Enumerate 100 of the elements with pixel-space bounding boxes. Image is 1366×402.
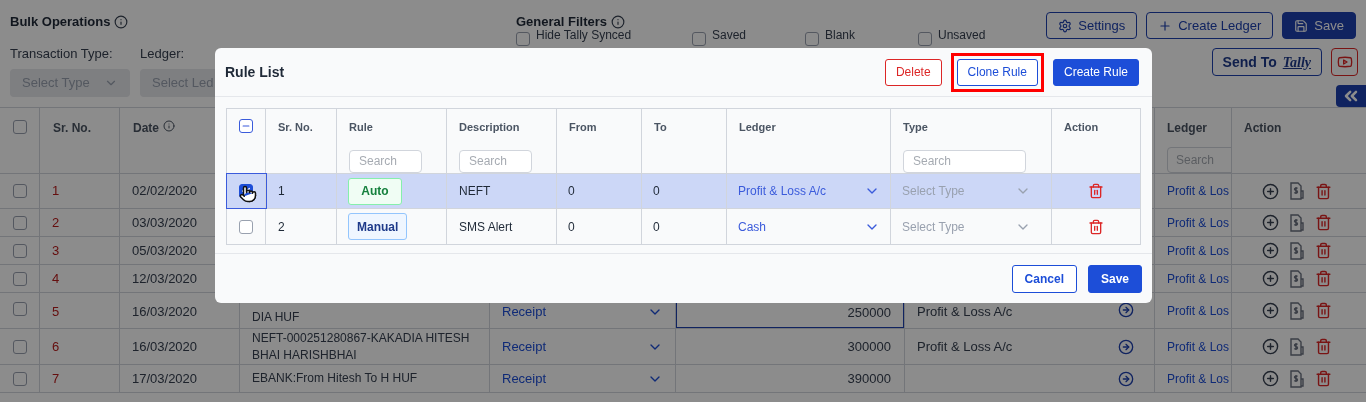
- rule-description: SMS Alert: [459, 218, 513, 236]
- dollar-document-icon[interactable]: [1289, 241, 1305, 260]
- row-checkbox[interactable]: [12, 184, 27, 198]
- toolbar-button[interactable]: Settings: [1046, 12, 1138, 39]
- ledger-link[interactable]: Profit & Los: [1167, 369, 1230, 388]
- rule-description: NEFT: [459, 183, 491, 200]
- ledger-select[interactable]: Cash: [727, 209, 891, 244]
- column-header: Action: [1064, 120, 1100, 135]
- amount-field[interactable]: 390000: [676, 365, 904, 392]
- row-checkbox[interactable]: [12, 271, 27, 286]
- dollar-document-icon[interactable]: [1289, 337, 1305, 356]
- delete-icon[interactable]: [1088, 218, 1104, 235]
- row-checkbox[interactable]: [12, 243, 27, 258]
- row-checkbox[interactable]: [12, 215, 27, 230]
- add-circle-icon[interactable]: [1262, 182, 1279, 200]
- serial-number: 7: [52, 369, 60, 388]
- rule-kind-badge: Manual: [348, 213, 408, 240]
- ledger-link[interactable]: Profit & Los: [1167, 182, 1230, 200]
- column-search-field[interactable]: Search: [903, 149, 1026, 173]
- filter-checkbox[interactable]: [516, 31, 530, 46]
- dollar-document-icon[interactable]: [1289, 269, 1305, 288]
- serial-number: 6: [52, 337, 60, 356]
- filters-title: General Filters: [516, 13, 608, 30]
- settings-icon: [1058, 18, 1073, 33]
- column-search-field[interactable]: Search: [349, 149, 422, 173]
- video-button[interactable]: [1331, 48, 1358, 76]
- serial-number: 1: [52, 182, 60, 201]
- add-circle-icon[interactable]: [1262, 242, 1279, 259]
- collapse-button[interactable]: [1336, 85, 1366, 107]
- select-all-checkbox[interactable]: [239, 119, 253, 133]
- rule-number: 2: [278, 218, 285, 236]
- row-checkbox[interactable]: [12, 371, 27, 386]
- dialog-footer-button[interactable]: Cancel: [1011, 264, 1077, 293]
- date-cell-text: 05/03/2020: [132, 241, 198, 260]
- dollar-document-icon[interactable]: [1289, 369, 1305, 388]
- save-icon: [1294, 18, 1309, 33]
- type-select[interactable]: Receipt: [502, 302, 663, 322]
- ledger-link[interactable]: Profit & Los: [1167, 269, 1230, 288]
- column-header: Description: [459, 120, 521, 135]
- add-circle-icon[interactable]: [1262, 302, 1279, 319]
- ledger-select[interactable]: Profit & Loss A/c: [727, 174, 891, 208]
- video-play-icon: [1336, 54, 1353, 70]
- delete-icon[interactable]: [1315, 302, 1332, 319]
- add-circle-icon[interactable]: [1262, 338, 1279, 355]
- add-circle-icon[interactable]: [1262, 270, 1279, 287]
- dialog-footer-button[interactable]: Save: [1087, 264, 1142, 293]
- column-header: Rule: [349, 120, 374, 135]
- rule-row[interactable]: 2 Manual SMS Alert 0 0 Cash Select Type: [227, 209, 1140, 244]
- ledger-link[interactable]: Profit & Los: [1167, 213, 1230, 232]
- description-cell: EBANK:From Hitesh To H HUF: [252, 370, 418, 387]
- field-label: Ledger:: [140, 44, 186, 63]
- filter-label: Blank: [825, 27, 856, 42]
- rule-number: 1: [278, 183, 285, 200]
- info-icon[interactable]: [611, 14, 626, 29]
- delete-icon[interactable]: [1088, 183, 1104, 199]
- delete-icon[interactable]: [1315, 214, 1332, 231]
- dollar-document-icon[interactable]: [1289, 302, 1305, 320]
- send-to-tally-button[interactable]: Send To Tally: [1211, 48, 1322, 76]
- column-header: Date: [133, 120, 159, 137]
- toolbar-button[interactable]: Save: [1282, 12, 1356, 39]
- type-select[interactable]: Receipt: [502, 368, 663, 389]
- row-checkbox[interactable]: [12, 302, 27, 316]
- filter-checkbox[interactable]: [805, 31, 819, 46]
- ledger-link[interactable]: Profit & Los: [1167, 302, 1230, 320]
- type-select[interactable]: Select Type: [891, 209, 1052, 244]
- select-all-checkbox[interactable]: [12, 120, 27, 134]
- field-label: Transaction Type:: [10, 44, 114, 63]
- column-header: Sr. No.: [53, 121, 91, 135]
- filter-checkbox[interactable]: [692, 31, 706, 46]
- dollar-document-icon[interactable]: [1289, 213, 1305, 232]
- add-circle-icon[interactable]: [1262, 214, 1279, 231]
- toolbar-button[interactable]: Create Ledger: [1146, 12, 1274, 39]
- amount-field[interactable]: 300000: [676, 329, 904, 364]
- add-circle-icon[interactable]: [1262, 370, 1279, 387]
- delete-icon[interactable]: [1315, 242, 1332, 259]
- date-cell-text: 16/03/2020: [132, 303, 198, 321]
- serial-number: 3: [52, 241, 60, 260]
- dialog-action-button[interactable]: Delete: [884, 58, 942, 86]
- dialog-action-button[interactable]: Create Rule: [1052, 58, 1139, 86]
- row-checkbox[interactable]: [12, 339, 27, 354]
- column-header: Action: [1244, 121, 1282, 135]
- dollar-document-icon[interactable]: [1289, 182, 1305, 200]
- ledger-link[interactable]: Profit & Los: [1167, 337, 1230, 356]
- filter-checkbox[interactable]: [918, 31, 932, 46]
- date-cell-text: 16/03/2020: [132, 337, 198, 356]
- delete-icon[interactable]: [1315, 370, 1332, 387]
- dialog-action-button[interactable]: Clone Rule: [956, 58, 1038, 86]
- column-search-field[interactable]: Search: [459, 149, 532, 173]
- ledger-link[interactable]: Profit & Los: [1167, 241, 1230, 260]
- delete-icon[interactable]: [1315, 270, 1332, 287]
- delete-icon[interactable]: [1315, 182, 1332, 200]
- column-header: Ledger: [1167, 120, 1208, 137]
- column-header: To: [654, 120, 668, 135]
- rule-row[interactable]: 1 Auto NEFT 0 0 Profit & Loss A/c Select Type: [227, 174, 1140, 209]
- row-checkbox[interactable]: [239, 219, 253, 234]
- info-icon[interactable]: [114, 14, 129, 29]
- delete-icon[interactable]: [1315, 338, 1332, 355]
- filter-label: Hide Tally Synced: [536, 27, 632, 42]
- info-icon[interactable]: [163, 120, 175, 132]
- type-select[interactable]: Receipt: [502, 336, 663, 357]
